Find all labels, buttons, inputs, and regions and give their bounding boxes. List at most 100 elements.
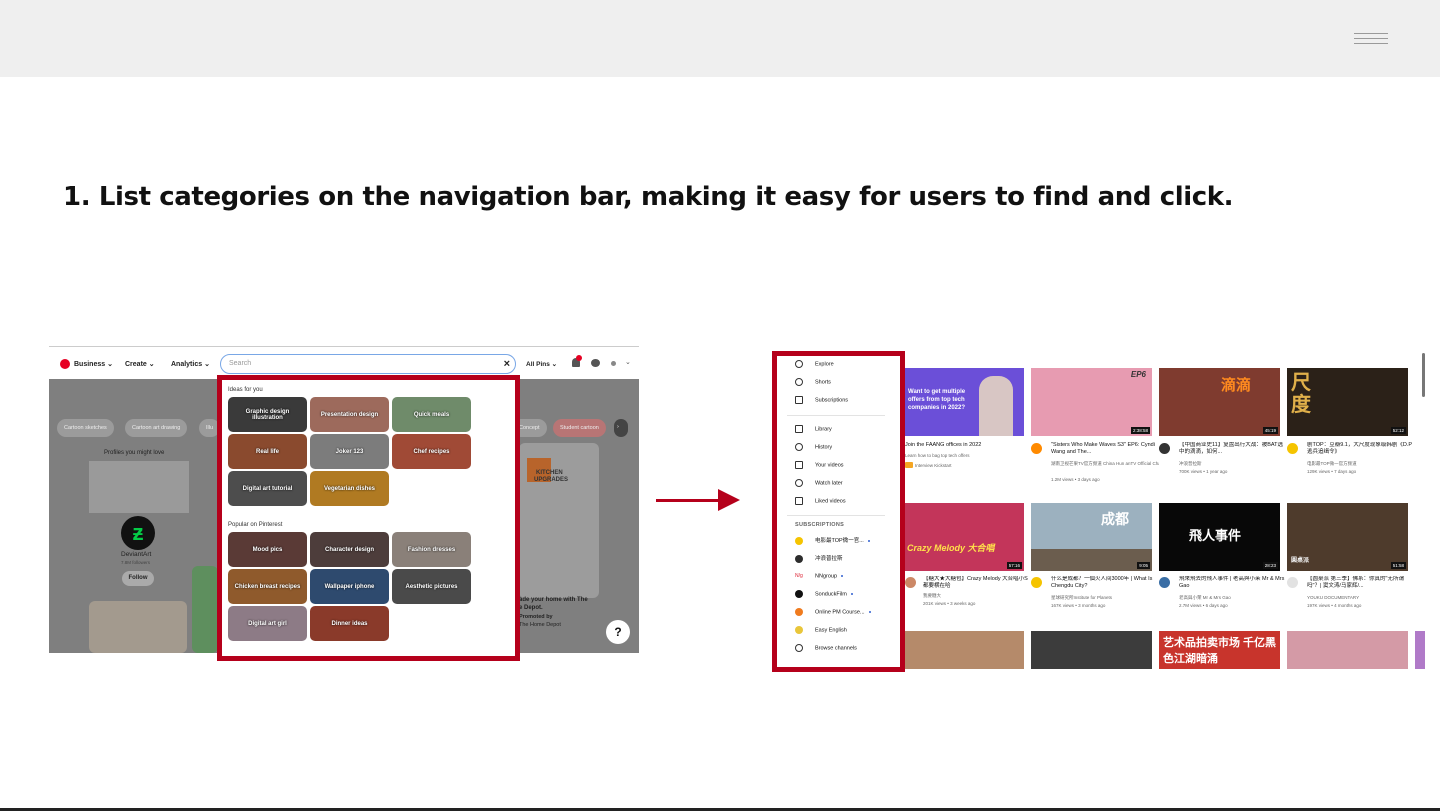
- video-duration: 45:19: [1262, 427, 1278, 434]
- channel-avatar[interactable]: [1031, 443, 1042, 454]
- video-thumbnail[interactable]: Want to get multiple offers from top tec…: [903, 368, 1024, 436]
- video-channel[interactable]: Interview Kickstart: [915, 463, 1023, 469]
- thumbnail-text: 圓桌派: [1291, 558, 1310, 564]
- video-stats: 2.7M views • 6 days ago: [1179, 603, 1228, 608]
- close-icon[interactable]: ×: [504, 358, 510, 370]
- highlight-frame-pinterest: [217, 375, 520, 661]
- video-thumbnail[interactable]: 滴滴 45:19: [1159, 368, 1280, 436]
- chevron-down-icon[interactable]: ⌄: [625, 358, 631, 366]
- channel-avatar[interactable]: [1031, 577, 1042, 588]
- notification-badge: [576, 355, 582, 361]
- thumbnail-city: [1031, 549, 1152, 571]
- slide: 1. List categories on the navigation bar…: [0, 0, 1440, 811]
- video-duration: 51:58: [1390, 562, 1406, 569]
- scrollbar[interactable]: [1422, 353, 1425, 397]
- video-title[interactable]: "Sisters Who Make Waves S3" EP6: Cyndi W…: [1051, 442, 1159, 456]
- video-thumbnail[interactable]: [1415, 631, 1425, 669]
- ad-caption: ade your home with The: [519, 597, 588, 603]
- nav-business[interactable]: Business ⌄: [74, 360, 113, 368]
- help-button[interactable]: ?: [606, 620, 630, 644]
- video-thumbnail[interactable]: 艺术品拍卖市场 千亿黑色江湖暗涌: [1159, 631, 1280, 669]
- top-bar: [0, 0, 1440, 77]
- channel-avatar[interactable]: [1159, 443, 1170, 454]
- channel-avatar[interactable]: [905, 577, 916, 588]
- video-stats: 201K views • 3 weeks ago: [923, 601, 976, 606]
- video-thumbnail[interactable]: 圓桌派 51:58: [1287, 503, 1408, 571]
- all-pins-dropdown[interactable]: All Pins ⌄: [526, 360, 557, 368]
- pinterest-logo-icon[interactable]: [60, 359, 70, 369]
- thumbnail-text: 滴滴: [1221, 377, 1252, 394]
- video-meta: Learn how to bag top tech offers: [905, 453, 970, 458]
- pinterest-search-input[interactable]: Search ×: [220, 354, 516, 374]
- profiles-title: Profiles you might love: [104, 450, 165, 456]
- video-channel[interactable]: 星球研究所Institute for Planets: [1051, 595, 1159, 601]
- video-duration: 9:05: [1137, 562, 1150, 569]
- video-stats: 700K views • 1 year ago: [1179, 469, 1228, 474]
- channel-avatar[interactable]: [1287, 577, 1298, 588]
- video-stats: 1.2M views • 3 days ago: [1051, 477, 1100, 482]
- thumbnail-text: Crazy Melody 大合唱: [907, 543, 995, 553]
- video-thumbnail[interactable]: 尺度 52:12: [1287, 368, 1408, 436]
- thumbnail-text: EP6: [1130, 370, 1146, 379]
- video-title[interactable]: 【圆桌派 第三季】佛系：你真的"无所谓吗"？| 窦文涛/马家辉/...: [1307, 576, 1415, 590]
- hamburger-menu-icon[interactable]: [1354, 33, 1388, 45]
- thumbnail-text: 艺术品拍卖市场 千亿黑色江湖暗涌: [1163, 637, 1277, 665]
- deviantart-logo-icon[interactable]: ƶ: [121, 516, 155, 550]
- chevron-right-icon[interactable]: ›: [614, 419, 628, 437]
- ad-title-line2: UPGRADES: [534, 477, 569, 483]
- search-placeholder: Search: [229, 360, 252, 367]
- video-channel[interactable]: YOUKU DOCUMENTARY: [1307, 595, 1415, 601]
- category-chip[interactable]: Cartoon sketches: [57, 419, 114, 437]
- follow-button[interactable]: Follow: [122, 571, 154, 586]
- profile-name: DeviantArt: [121, 551, 152, 558]
- video-title[interactable]: 什么是成都？一個火人间3000年 | What Is Chengdu City?: [1051, 576, 1159, 590]
- avatar[interactable]: [611, 361, 616, 366]
- video-channel[interactable]: 湖南卫视芒果TV官方频道 China Hun anTV Official Cha…: [1051, 461, 1159, 467]
- ad-promoted: Promoted by: [519, 614, 553, 620]
- ad-caption: e Depot.: [519, 605, 543, 611]
- nav-analytics[interactable]: Analytics ⌄: [171, 360, 210, 368]
- video-duration: 28:23: [1262, 562, 1278, 569]
- thumbnail-text: 成都: [1101, 511, 1129, 527]
- channel-avatar[interactable]: [1159, 577, 1170, 588]
- video-channel[interactable]: 我要糖大: [923, 593, 1031, 599]
- video-stats: 197K views • 4 months ago: [1307, 603, 1362, 608]
- ad-promoter: The Home Depot: [519, 622, 561, 628]
- video-thumbnail[interactable]: EP6 2:38:58: [1031, 368, 1152, 436]
- highlight-frame-youtube: [772, 351, 905, 672]
- video-channel[interactable]: 老高與小茉 Mr & Mrs Gao: [1179, 595, 1287, 601]
- video-title[interactable]: 剧TOP：豆瓣9.1，大尺度现象级韩剧《D.P逃兵追缉令》: [1307, 442, 1415, 456]
- video-channel[interactable]: 冲浪普拉斯: [1179, 461, 1287, 467]
- video-thumbnail[interactable]: Crazy Melody 大合唱 57:16: [903, 503, 1024, 571]
- video-thumbnail[interactable]: [1031, 631, 1152, 669]
- video-stats: 129K views • 7 days ago: [1307, 469, 1357, 474]
- video-title[interactable]: 【糖大★大糖包】Crazy Melody 大合唱小S都要横在哈: [923, 576, 1031, 590]
- thumbnail-person: [979, 376, 1013, 436]
- pin-image[interactable]: [89, 601, 187, 653]
- video-stats: 167K views • 3 months ago: [1051, 603, 1106, 608]
- ad-title-line1: KITCHEN: [536, 470, 563, 476]
- category-chip[interactable]: Student cartoon: [553, 419, 606, 437]
- ad-badge-icon: [905, 462, 913, 468]
- thumbnail-text: 尺度: [1291, 372, 1311, 416]
- channel-avatar[interactable]: [1287, 443, 1298, 454]
- slide-heading: 1. List categories on the navigation bar…: [63, 182, 1234, 212]
- arrow-head-icon: [718, 489, 740, 511]
- video-thumbnail[interactable]: 成都 9:05: [1031, 503, 1152, 571]
- nav-create[interactable]: Create ⌄: [125, 360, 155, 368]
- video-title[interactable]: 【中国商业史11】复盘出行大战：被BAT选中的滴滴，如何...: [1179, 442, 1287, 456]
- video-title[interactable]: 飛來飛去的飛人事件 | 老高與小茉 Mr & Mrs Gao: [1179, 576, 1287, 590]
- profile-sketch-image: [89, 461, 189, 513]
- profile-followers: 7.8M followers: [121, 560, 151, 565]
- video-thumbnail[interactable]: 飛人事件 28:23: [1159, 503, 1280, 571]
- video-title[interactable]: Join the FAANG offices in 2022: [905, 442, 1013, 449]
- video-thumbnail[interactable]: [903, 631, 1024, 669]
- video-duration: 57:16: [1006, 562, 1022, 569]
- pin-image[interactable]: [192, 566, 218, 653]
- arrow-right-icon: [656, 499, 722, 502]
- video-duration: 2:38:58: [1130, 427, 1150, 434]
- video-channel[interactable]: 电影最TOP微一官方频道: [1307, 461, 1415, 467]
- category-chip[interactable]: Cartoon art drawing: [125, 419, 188, 437]
- chat-icon[interactable]: [591, 359, 600, 367]
- video-thumbnail[interactable]: [1287, 631, 1408, 669]
